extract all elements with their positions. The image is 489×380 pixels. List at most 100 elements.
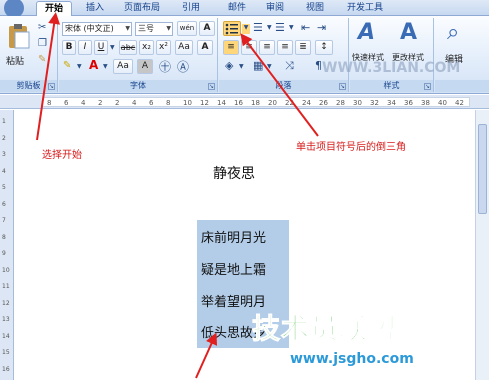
font-size-combo[interactable]: 三号 ▼ [135,22,173,36]
document-title[interactable]: 静夜思 [213,163,255,183]
tab-home[interactable]: 开始 [36,1,72,16]
chevron-down-icon[interactable]: ▼ [267,63,272,70]
vruler-number: 16 [2,365,10,373]
watermark-url: www.jsgho.com [290,351,414,367]
paste-button-label[interactable]: 粘贴 [6,54,24,67]
character-shading-button[interactable]: A [137,59,153,74]
clear-format-button[interactable]: A [199,21,215,36]
chevron-down-icon[interactable]: ▼ [77,63,82,70]
ruler-number: 2 [98,99,103,107]
decrease-indent-icon[interactable]: ⇤ [301,21,310,34]
ruler-number: 24 [302,99,311,107]
ruler-number: 2 [115,99,120,107]
vruler-number: 4 [2,167,6,175]
vruler-number: 7 [2,217,6,224]
paste-icon[interactable] [6,24,30,50]
ribbon-tab-bar: 开始 插入 页面布局 引用 邮件 审阅 视图 开发工具 [0,0,489,18]
tab-view[interactable]: 视图 [300,1,330,16]
sort-icon[interactable]: ⤨ [285,59,294,73]
ruler-number: 14 [217,99,226,107]
change-case-button[interactable]: Aa [175,40,193,55]
vruler-number: 10 [2,266,10,274]
annotation-start: 选择开始 [42,150,82,161]
tab-references[interactable]: 引用 [176,1,206,16]
ruler-number: 20 [268,99,277,107]
chevron-down-icon[interactable]: ▼ [289,24,294,31]
scroll-thumb[interactable] [478,124,487,214]
borders-icon[interactable]: ▦ [253,59,263,72]
tab-mailings[interactable]: 邮件 [222,1,252,16]
align-right-button[interactable]: ≡ [259,40,275,55]
paragraph-group: ▼ ☰ ▼ ☰ ▼ ⇤ ⇥ ≡ ≡ ≡ ≡ ≣ ↕ ◈ ▼ ▦ ▼ ⤨ ¶ 段落… [219,18,349,92]
format-painter-icon[interactable]: ✎ [38,54,46,65]
chevron-down-icon[interactable]: ▼ [267,24,272,31]
font-color-icon[interactable]: A [89,58,98,72]
ruler-number: 8 [166,99,171,107]
tab-review[interactable]: 审阅 [260,1,290,16]
poem-line[interactable]: 床前明月光 [201,227,266,246]
ruler-number: 6 [64,99,69,107]
vertical-scrollbar[interactable] [475,110,489,380]
vruler-number: 15 [2,349,10,356]
ruler-number: 8 [47,99,52,107]
justify-button[interactable]: ≡ [277,40,293,55]
bullets-button[interactable] [223,21,241,36]
vruler-number: 1 [2,118,6,125]
paragraph-launcher-icon[interactable]: ↘ [339,83,346,90]
chevron-down-icon[interactable]: ▼ [239,63,244,70]
ruler-number: 36 [404,99,413,107]
subscript-button[interactable]: x₂ [139,40,154,55]
office-button-icon[interactable] [0,0,34,18]
line-spacing-button[interactable]: ↕ [315,40,333,55]
align-left-button[interactable]: ≡ [223,40,239,55]
change-styles-icon[interactable]: A [400,20,417,45]
horizontal-ruler[interactable]: 8 6 4 2 2 4 6 8 10 12 14 16 18 20 22 24 26 28 30 32 34 36 38 40… [0,95,489,109]
distribute-button[interactable]: ≣ [295,40,311,55]
tab-page-layout[interactable]: 页面布局 [118,1,166,16]
tab-developer[interactable]: 开发工具 [340,1,390,16]
vruler-number: 9 [2,250,6,257]
change-case-button-2[interactable]: Aa [113,59,133,74]
bold-button[interactable]: B [62,40,76,55]
align-center-button[interactable]: ≡ [241,40,257,55]
character-border-icon[interactable]: Ⓐ [177,58,189,75]
numbering-icon[interactable]: ☰ [253,21,263,34]
font-launcher-icon[interactable]: ↘ [208,83,215,90]
annotation-bullet: 单击项目符号后的倒三角 [296,142,406,153]
bullets-dropdown-chevron-icon[interactable]: ▼ [242,24,250,34]
chevron-down-icon[interactable]: ▼ [110,44,115,51]
ruler-number: 12 [200,99,209,107]
ruler-number: 10 [183,99,192,107]
clipboard-launcher-icon[interactable]: ↘ [48,83,55,90]
styles-launcher-icon[interactable]: ↘ [424,83,431,90]
clipboard-group: 粘贴 ✂ ❐ ✎ 剪贴板 ↘ [0,18,58,92]
shading-icon[interactable]: ◈ [225,59,233,72]
enclose-character-icon[interactable]: ㊉ [159,58,171,75]
increase-indent-icon[interactable]: ⇥ [317,21,326,34]
poem-line[interactable]: 疑是地上霜 [201,259,266,278]
editing-icon[interactable]: ⌕ [447,20,459,45]
tab-insert[interactable]: 插入 [80,1,110,16]
ruler-number: 40 [438,99,447,107]
multilevel-list-icon[interactable]: ☰ [275,21,285,34]
chevron-down-icon[interactable]: ▼ [103,63,108,70]
copy-icon[interactable]: ❐ [38,38,47,49]
vertical-ruler[interactable]: 1 2 3 4 5 6 7 8 9 10 11 12 13 14 15 16 [0,110,14,380]
grow-font-button[interactable]: A [197,40,213,55]
strikethrough-button[interactable]: abc [119,40,137,55]
font-name-combo[interactable]: 宋体 (中文正) ▼ [62,22,132,36]
ruler-number: 38 [421,99,430,107]
show-marks-icon[interactable]: ¶ [315,59,322,72]
cut-icon[interactable]: ✂ [38,22,46,33]
ruler-number: 32 [370,99,379,107]
highlight-icon[interactable]: ✎ [63,60,71,71]
ruler-number: 4 [132,99,137,107]
underline-button[interactable]: U [94,40,108,55]
vruler-number: 6 [2,200,6,208]
vruler-number: 2 [2,134,6,142]
quick-styles-icon[interactable]: A [358,20,375,45]
styles-group-label: 样式 [350,80,433,92]
superscript-button[interactable]: x² [156,40,171,55]
italic-button[interactable]: I [78,40,92,55]
wen-button[interactable]: wén [177,21,197,36]
